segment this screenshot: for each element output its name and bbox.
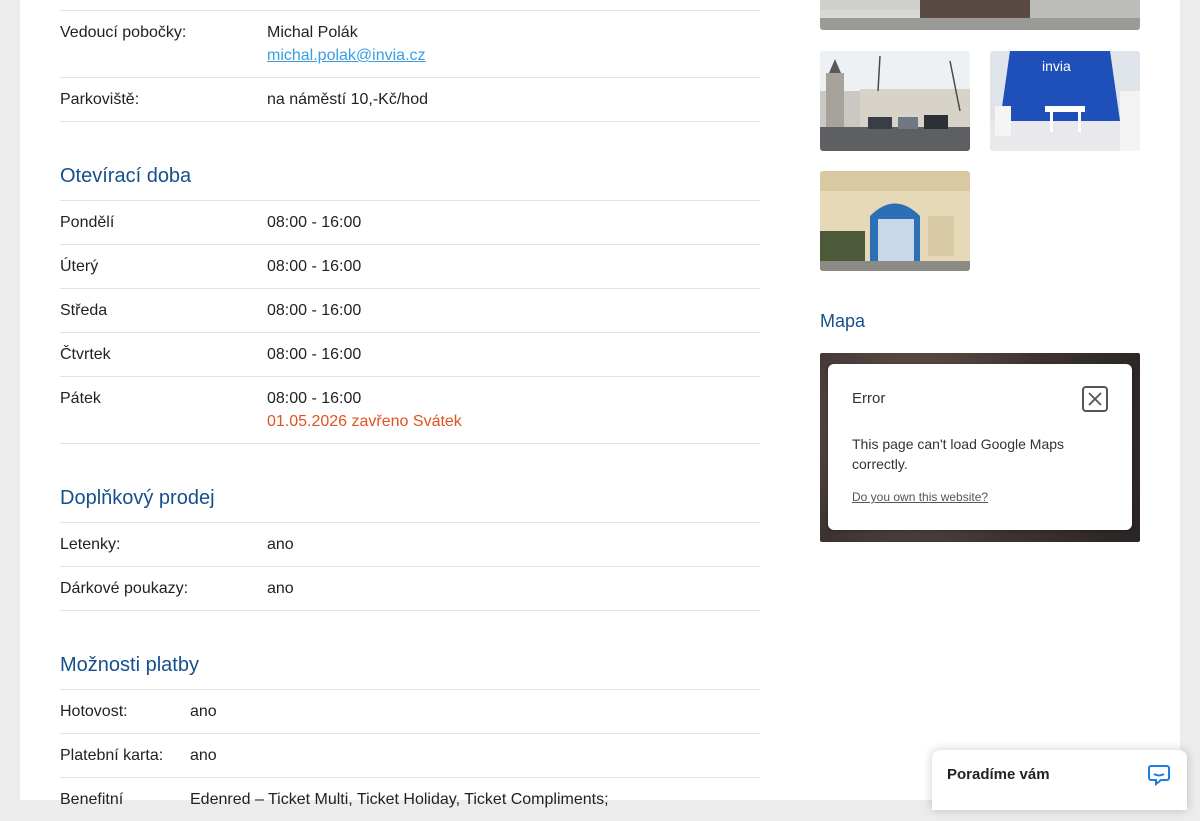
holiday-note: 01.05.2026 zavřeno Svátek: [267, 413, 462, 430]
close-icon[interactable]: [1082, 386, 1108, 412]
chat-label: Poradíme vám: [947, 766, 1050, 783]
day-label: Středa: [60, 302, 108, 319]
sales-value: ano: [267, 536, 294, 553]
gallery-photo-street[interactable]: [820, 0, 1140, 30]
additional-sales-title: Doplňkový prodej: [60, 484, 760, 523]
map-error-dialog: Error This page can't load Google Maps c…: [828, 364, 1132, 530]
gallery-photo-interior[interactable]: invia: [990, 51, 1140, 151]
payment-row: Platební karta: ano: [60, 734, 760, 778]
opening-hours-section: Otevírací doba Pondělí 08:00 - 16:00 Úte…: [60, 162, 760, 444]
parking-row: Parkoviště: na náměstí 10,-Kč/hod: [60, 78, 760, 122]
payment-value: ano: [190, 703, 217, 720]
sales-value: ano: [267, 580, 294, 597]
map-error-message: This page can't load Google Maps correct…: [852, 436, 1065, 472]
hours-row: Úterý 08:00 - 16:00: [60, 245, 760, 289]
payment-section: Možnosti platby Hotovost: ano Platební k…: [60, 651, 760, 821]
payment-row: Hotovost: ano: [60, 690, 760, 734]
hours-row: Pátek 08:00 - 16:00 01.05.2026 zavřeno S…: [60, 377, 760, 444]
manager-email-link[interactable]: michal.polak@invia.cz: [267, 47, 426, 64]
hours-row: Pondělí 08:00 - 16:00: [60, 201, 760, 245]
payment-title: Možnosti platby: [60, 651, 760, 690]
sales-row: Dárkové poukazy: ano: [60, 567, 760, 611]
map-own-website-link[interactable]: Do you own this website?: [852, 490, 988, 504]
gallery-photo-square[interactable]: [820, 51, 970, 151]
day-label: Pátek: [60, 390, 101, 407]
manager-label: Vedoucí pobočky:: [60, 24, 187, 41]
sales-row: Letenky: ano: [60, 523, 760, 567]
day-hours: 08:00 - 16:00: [267, 346, 362, 363]
manager-row: Vedoucí pobočky: Michal Polák michal.pol…: [60, 10, 760, 78]
opening-hours-title: Otevírací doba: [60, 162, 760, 201]
parking-label: Parkoviště:: [60, 91, 140, 108]
map-error-title: Error: [852, 390, 886, 407]
day-label: Úterý: [60, 258, 99, 275]
day-hours: 08:00 - 16:00: [267, 258, 362, 275]
payment-label: Platební karta:: [60, 747, 164, 764]
hours-row: Čtvrtek 08:00 - 16:00: [60, 333, 760, 377]
svg-text:invia: invia: [1042, 58, 1071, 74]
map-title: Mapa: [820, 311, 866, 331]
content-card: Vedoucí pobočky: Michal Polák michal.pol…: [20, 0, 1180, 808]
map-widget[interactable]: Error This page can't load Google Maps c…: [820, 353, 1140, 542]
parking-value: na náměstí 10,-Kč/hod: [267, 91, 428, 108]
chat-widget[interactable]: Poradíme vám: [932, 750, 1187, 810]
hours-row: Středa 08:00 - 16:00: [60, 289, 760, 333]
day-hours: 08:00 - 16:00: [267, 390, 362, 407]
day-hours: 08:00 - 16:00: [267, 214, 362, 231]
chat-bubble-icon[interactable]: [1147, 763, 1171, 792]
day-hours: 08:00 - 16:00: [267, 302, 362, 319]
additional-sales-section: Doplňkový prodej Letenky: ano Dárkové po…: [60, 484, 760, 611]
payment-label: Hotovost:: [60, 703, 128, 720]
branch-details: Vedoucí pobočky: Michal Polák michal.pol…: [60, 0, 760, 821]
sales-label: Letenky:: [60, 536, 121, 553]
gallery-photo-storefront[interactable]: [820, 171, 970, 271]
day-label: Čtvrtek: [60, 346, 111, 363]
sales-label: Dárkové poukazy:: [60, 580, 189, 597]
manager-name: Michal Polák: [267, 24, 358, 41]
payment-value: ano: [190, 747, 217, 764]
day-label: Pondělí: [60, 214, 115, 231]
